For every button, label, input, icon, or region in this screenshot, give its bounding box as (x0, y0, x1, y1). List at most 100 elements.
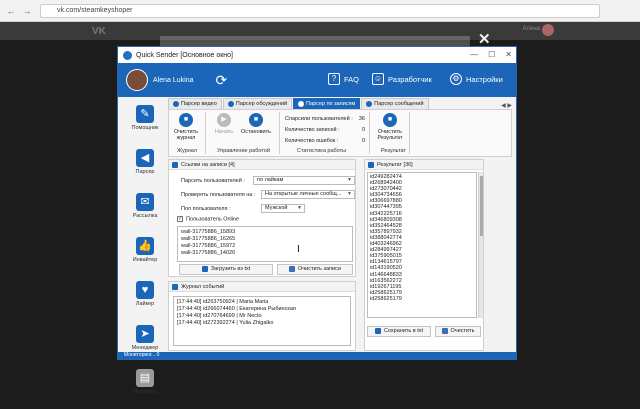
clear-log-button[interactable]: ■ Очистить журнал (171, 113, 201, 141)
sidebar-item-profile[interactable]: ▤ Профиль (130, 365, 160, 399)
envelope-icon: ✉ (136, 193, 154, 211)
maximize-button[interactable]: ☐ (488, 50, 495, 59)
result-panel: Результат [36] id249282474 id268942400 i… (364, 159, 484, 351)
chat-icon (227, 101, 234, 107)
clear-result-label: Очистить Результат (377, 129, 403, 141)
result-title-text: Результат [36] (377, 162, 413, 168)
link-icon (172, 162, 178, 168)
load-txt-label: Загрузить из txt (210, 266, 251, 272)
faq-icon: ? (328, 73, 340, 85)
links-textarea[interactable]: wall-31775886_15893 wall-31775886_16265 … (177, 226, 353, 262)
sidebar-label: Помощник (131, 125, 159, 131)
id-card-icon: ☺ (372, 73, 384, 85)
sidebar-item-mailing[interactable]: ✉ Рассылка (130, 189, 160, 223)
developer-label: Разработчик (388, 74, 432, 84)
trash-icon (289, 265, 296, 272)
text-cursor-icon: I (297, 244, 300, 255)
clear-results-button[interactable]: Очистить (435, 326, 481, 337)
parse-select[interactable]: по лайкам ▼ (253, 176, 355, 185)
log-icon (172, 284, 178, 290)
developer-button[interactable]: ☺ Разработчик (372, 73, 432, 85)
clear-results-label: Очистить (450, 328, 475, 334)
links-panel-title: Ссылки на записи [4] (169, 160, 355, 170)
log-entry: [17:44:40] id263750924 | Maria Maria (177, 299, 269, 305)
result-scrollbar[interactable] (478, 172, 483, 318)
stat-errors-label: Количество ошибок : (285, 138, 339, 144)
stop-label: Остановить (241, 129, 272, 135)
online-checkbox[interactable]: ✓ Пользователь Online (177, 216, 239, 222)
stat-posts-label: Количество записей : (285, 127, 340, 133)
link-line: wall-31775886_15972 (181, 243, 236, 249)
scroll-thumb[interactable] (480, 176, 483, 236)
chevron-down-icon: ▼ (347, 191, 352, 197)
save-txt-button[interactable]: Сохранить в txt (367, 326, 431, 337)
save-txt-label: Сохранить в txt (383, 328, 424, 334)
tab-discussion-parser[interactable]: Парсер обсуждений (222, 98, 293, 109)
log-entry: [17:44:40] id270764699 | Mr Necto (177, 313, 262, 319)
ribbon-toolbar: ■ Очистить журнал Журнал ▶ Начать ■ Оста… (168, 109, 512, 157)
sidebar-item-liker[interactable]: ♥ Лайкер (130, 277, 160, 311)
main-content: Парсер видео Парсер обсуждений Парсер по… (168, 97, 512, 359)
gender-select-value: Мужской (265, 205, 288, 211)
clear-links-label: Очистить записи (298, 266, 341, 272)
minimize-button[interactable]: — (470, 50, 478, 59)
window-title: Quick Sender [Основное окно] (136, 51, 233, 59)
load-txt-button[interactable]: Загрузить из txt (179, 264, 273, 275)
start-button[interactable]: ▶ Начать (209, 113, 239, 135)
user-name[interactable]: Alena Lukina (153, 77, 193, 84)
tab-label: Парсер сообщений (374, 101, 424, 107)
back-icon[interactable]: ← (6, 6, 16, 16)
address-bar[interactable]: vk.com/steamkeyshoper (40, 4, 600, 18)
clear-icon: ■ (179, 113, 193, 127)
start-label: Начать (214, 129, 234, 135)
check-select[interactable]: На открытые личные сообщ... ▼ (261, 190, 355, 199)
trash-icon (441, 327, 448, 334)
avatar[interactable] (126, 69, 148, 91)
tab-messages-parser[interactable]: Парсер сообщений (361, 98, 429, 109)
group-log-label: Журнал (177, 148, 198, 154)
close-button[interactable]: ✕ (505, 50, 512, 59)
stat-errors-value: 0 (361, 138, 365, 144)
sync-icon[interactable]: ⟳ (215, 72, 227, 89)
result-list[interactable]: id249282474 id268942400 id273070442 id30… (367, 172, 477, 318)
sidebar-item-manager[interactable]: ➤ Менеджер (130, 321, 160, 355)
clear-links-button[interactable]: Очистить записи (277, 264, 353, 275)
log-textarea[interactable]: [17:44:40] id263750924 | Maria Maria [17… (173, 296, 351, 346)
gender-label: Пол пользователя : (181, 206, 231, 212)
group-control-label: Управление работой (217, 148, 270, 154)
sidebar-item-parser[interactable]: ◀ Парсер (130, 145, 160, 179)
tab-label: Парсер видео (181, 101, 217, 107)
settings-label: Настройки (466, 74, 503, 84)
heart-icon (298, 101, 305, 107)
status-bar: Мониторинг... 0 (118, 352, 516, 359)
tab-posts-parser[interactable]: Парсер по записям (293, 98, 361, 109)
settings-button[interactable]: ⚙ Настройки (450, 73, 503, 85)
log-panel-title: Журнал событий (169, 282, 355, 292)
tab-video-parser[interactable]: Парсер видео (168, 98, 222, 109)
faq-button[interactable]: ? FAQ (328, 73, 359, 85)
vk-user-name[interactable]: Алена (523, 26, 541, 32)
faq-label: FAQ (344, 74, 360, 84)
clear-result-button[interactable]: ■ Очистить Результат (375, 113, 405, 141)
result-id: id258625179 (370, 295, 402, 302)
megaphone-icon: ◀ (136, 149, 154, 167)
gender-select[interactable]: Мужской ▼ (261, 204, 305, 213)
sidebar-item-inviter[interactable]: 👍 Инвайтер (130, 233, 160, 267)
vk-avatar[interactable] (542, 24, 554, 36)
clear-icon: ■ (383, 113, 397, 127)
tab-label: Парсер по записям (306, 101, 356, 107)
forward-icon[interactable]: → (22, 6, 32, 16)
stat-parsed-value: 36 (358, 116, 365, 122)
checkbox-box[interactable]: ✓ (177, 216, 183, 222)
vk-logo[interactable]: VK (92, 26, 106, 37)
stop-button[interactable]: ■ Остановить (241, 113, 271, 135)
tab-scroll-arrows[interactable]: ◀ ▶ (501, 102, 512, 109)
save-icon (374, 327, 381, 334)
link-line: wall-31775886_14026 (181, 250, 236, 256)
message-icon (366, 101, 373, 107)
sidebar: ✎ Помощник ◀ Парсер ✉ Рассылка 👍 Инвайте… (130, 101, 160, 409)
thumbs-up-icon: 👍 (136, 237, 154, 255)
app-icon (123, 50, 132, 60)
link-line: wall-31775886_16265 (181, 236, 236, 242)
sidebar-item-helper[interactable]: ✎ Помощник (130, 101, 160, 135)
